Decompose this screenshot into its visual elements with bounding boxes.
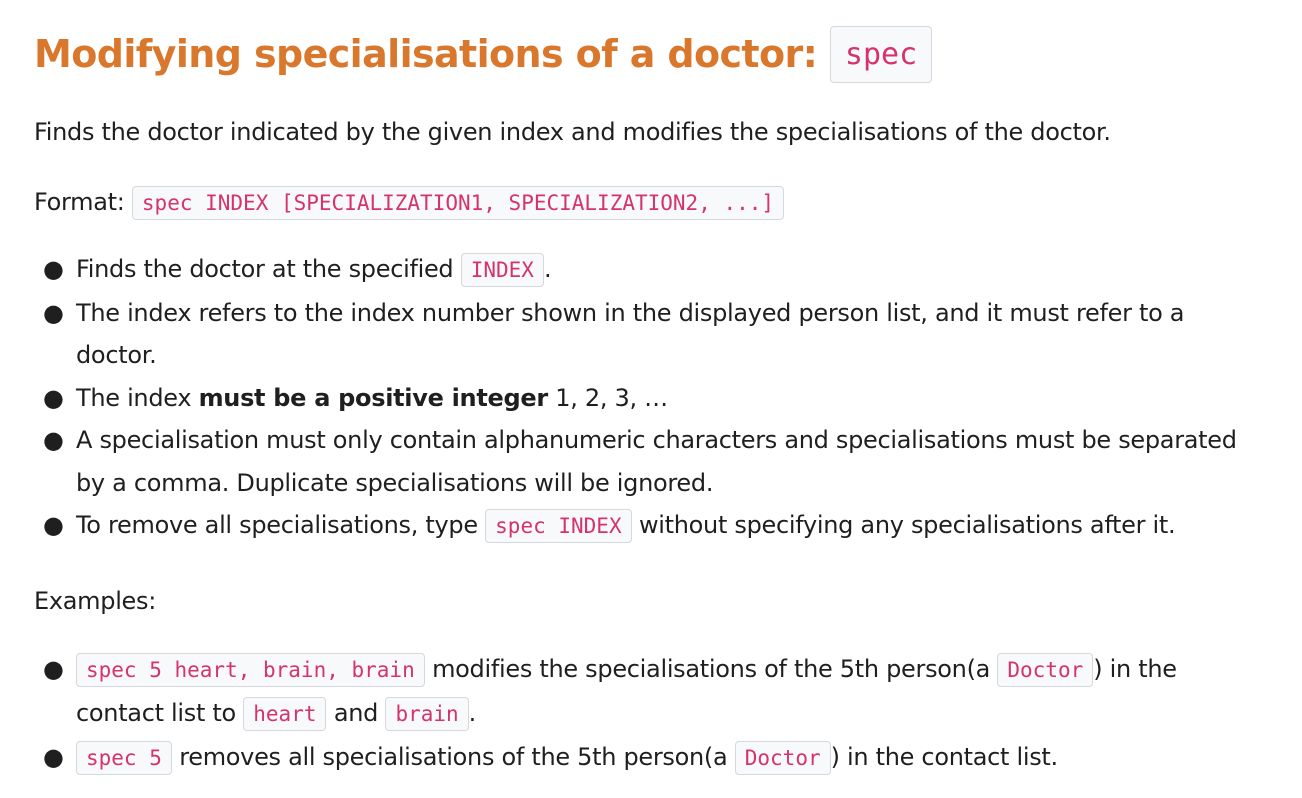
rule-item: ● The index must be a positive integer 1,…	[43, 377, 1268, 420]
bullet-icon: ●	[43, 298, 64, 327]
bullet-icon: ●	[43, 426, 64, 454]
rule-emphasis: must be a positive integer	[198, 383, 549, 412]
page-title-text: Modifying specialisations of a doctor:	[34, 32, 818, 76]
bullet-icon: ●	[43, 511, 64, 539]
specialisation-code: brain	[385, 696, 469, 731]
example-item: ● spec 5 heart, brain, brain modifies the…	[43, 648, 1268, 736]
page-title: Modifying specialisations of a doctor: s…	[34, 22, 1268, 87]
example-text: removes all specialisations of the 5th p…	[179, 742, 728, 771]
doctor-code: Doctor	[734, 740, 831, 775]
example-text: and	[333, 698, 379, 727]
rules-list: ● Finds the doctor at the specified INDEX…	[34, 248, 1268, 548]
rule-text: 1, 2, 3, …	[555, 383, 668, 412]
rule-item: ● The index refers to the index number sh…	[43, 292, 1268, 377]
example-command-code: spec 5	[76, 740, 172, 775]
format-label: Format:	[34, 188, 125, 216]
example-text: ) in the contact list.	[830, 742, 1059, 771]
specialisation-code: heart	[243, 696, 327, 731]
doc-page: Modifying specialisations of a doctor: s…	[0, 0, 1302, 780]
example-item: ● spec 5 removes all specialisations of t…	[43, 736, 1268, 780]
rule-text: Finds the doctor at the specified	[76, 255, 454, 283]
remove-command-code: spec INDEX	[485, 509, 632, 543]
example-punct: .	[468, 698, 477, 727]
rule-text: To remove all specialisations, type	[76, 511, 478, 539]
rule-item: ● To remove all specialisations, type spe…	[43, 504, 1268, 548]
rule-text: The index refers to the index number sho…	[76, 298, 1185, 370]
doctor-code: Doctor	[997, 652, 1094, 687]
example-text: modifies the specialisations of the 5th …	[432, 654, 991, 683]
rule-text: without specifying any specialisations a…	[638, 511, 1176, 539]
bullet-icon: ●	[43, 383, 64, 412]
rule-item: ● A specialisation must only contain alph…	[43, 419, 1268, 504]
bullet-icon: ●	[43, 654, 64, 683]
format-line: Format: spec INDEX [SPECIALIZATION1, SPE…	[34, 181, 1268, 224]
format-code: spec INDEX [SPECIALIZATION1, SPECIALIZAT…	[131, 186, 785, 220]
example-command-code: spec 5 heart, brain, brain	[76, 652, 425, 687]
bullet-icon: ●	[43, 742, 64, 771]
rule-punct: .	[543, 255, 552, 283]
command-description: Finds the doctor indicated by the given …	[34, 118, 1111, 146]
bullet-icon: ●	[43, 255, 64, 283]
rule-text: The index	[76, 383, 192, 412]
rule-text: A specialisation must only contain alpha…	[76, 426, 1237, 497]
rule-item: ● Finds the doctor at the specified INDEX…	[43, 248, 1268, 292]
examples-list: ● spec 5 heart, brain, brain modifies the…	[34, 648, 1268, 780]
title-command-code: spec	[829, 26, 933, 83]
examples-label: Examples:	[34, 586, 157, 615]
index-code: INDEX	[460, 253, 544, 287]
